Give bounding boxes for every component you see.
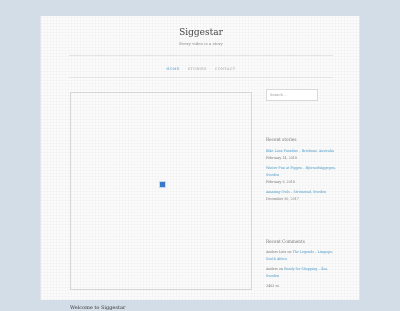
site-title[interactable]: Siggestar xyxy=(41,28,361,38)
video-placeholder-icon[interactable] xyxy=(159,181,166,188)
story-date: February 9, 2018 xyxy=(266,180,295,184)
story-date: December 30, 2017 xyxy=(266,197,299,201)
nav-divider xyxy=(69,77,333,78)
site-description: Every video is a story xyxy=(179,41,223,46)
header-divider xyxy=(69,55,333,56)
widget-title-recent-comments: Recent Comments xyxy=(266,239,305,244)
comment-extra: 3463 ec. xyxy=(266,284,281,288)
recent-stories-list: Bike Lane Paradise – Brisbane, Australia… xyxy=(266,148,336,203)
story-link[interactable]: Bike Lane Paradise – Brisbane, Australia xyxy=(266,149,334,153)
search-input[interactable]: Search … xyxy=(266,89,318,101)
main-nav: Home Stories Contact xyxy=(41,67,361,71)
comment-author[interactable]: Anders Lutz xyxy=(266,250,286,254)
post-title[interactable]: Welcome to Siggestar xyxy=(70,305,125,311)
nav-item-home[interactable]: Home xyxy=(166,67,179,71)
recent-stories-widget: Recent stories Bike Lane Paradise – Bris… xyxy=(266,137,336,201)
featured-video-frame[interactable] xyxy=(70,92,252,290)
widget-title-recent-stories: Recent stories xyxy=(266,137,297,142)
recent-comments-list: Anders Lutz on The Legends – Limpopo, So… xyxy=(266,249,336,290)
comment-on: on xyxy=(287,250,292,254)
recent-comments-widget: Recent Comments Anders Lutz on The Legen… xyxy=(266,239,333,288)
nav-item-contact[interactable]: Contact xyxy=(215,67,236,71)
list-item: Anders Lutz on The Legends – Limpopo, So… xyxy=(266,249,336,263)
story-link[interactable]: Winter Fun at Piggen – Björnorbäggegen, … xyxy=(266,166,336,177)
comment-on: on xyxy=(278,267,284,271)
list-item: Amazing Owls – Strömstad, Sweden Decembe… xyxy=(266,189,336,203)
list-item: Bike Lane Paradise – Brisbane, Australia… xyxy=(266,148,336,162)
sidebar: Search … Recent stories Bike Lane Paradi… xyxy=(266,89,346,288)
page-container: Siggestar Every video is a story Home St… xyxy=(40,16,361,311)
list-item: Winter Fun at Piggen – Björnorbäggegen, … xyxy=(266,165,336,186)
list-item: 3463 ec. xyxy=(266,283,336,290)
story-link[interactable]: Amazing Owls – Strömstad, Sweden xyxy=(266,190,326,194)
comment-author[interactable]: Anders xyxy=(266,267,278,271)
list-item: Anders on Ready for Shopping – Åsa, Swed… xyxy=(266,266,336,280)
story-date: February 14, 2018 xyxy=(266,156,298,160)
nav-item-stories[interactable]: Stories xyxy=(188,67,207,71)
